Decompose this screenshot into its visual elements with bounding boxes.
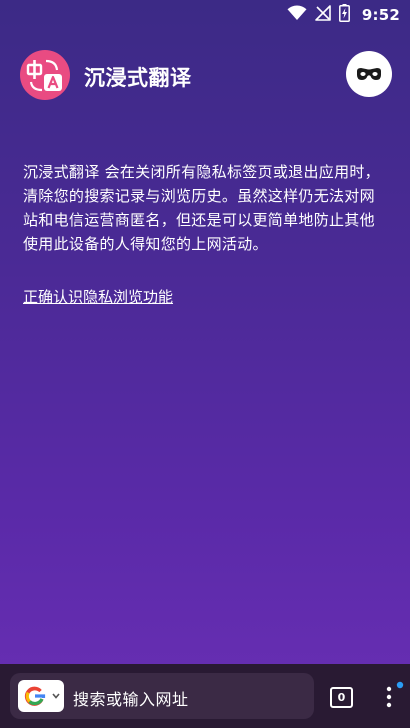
- bottom-toolbar: 搜索或输入网址 0: [0, 664, 410, 728]
- tab-counter-button[interactable]: 0: [330, 687, 353, 708]
- status-time: 9:52: [361, 6, 400, 24]
- wifi-icon: [287, 5, 307, 25]
- notification-dot: [396, 681, 404, 689]
- status-bar: 9:52: [0, 0, 410, 30]
- header: 沉浸式翻译: [20, 50, 392, 102]
- learn-more-link[interactable]: 正确认识隐私浏览功能: [23, 286, 173, 308]
- status-icons: 9:52: [287, 4, 400, 26]
- incognito-button[interactable]: [346, 51, 392, 97]
- search-input[interactable]: 搜索或输入网址: [10, 673, 314, 719]
- battery-charging-icon: [338, 4, 350, 26]
- menu-button[interactable]: [378, 676, 404, 716]
- app-title: 沉浸式翻译: [84, 66, 192, 90]
- search-placeholder: 搜索或输入网址: [73, 690, 189, 709]
- translate-logo-icon: [20, 50, 70, 100]
- no-signal-icon: [315, 5, 331, 25]
- search-engine-selector[interactable]: [18, 680, 64, 712]
- private-browsing-description: 沉浸式翻译 会在关闭所有隐私标签页或退出应用时，清除您的搜索记录与浏览历史。虽然…: [23, 163, 380, 253]
